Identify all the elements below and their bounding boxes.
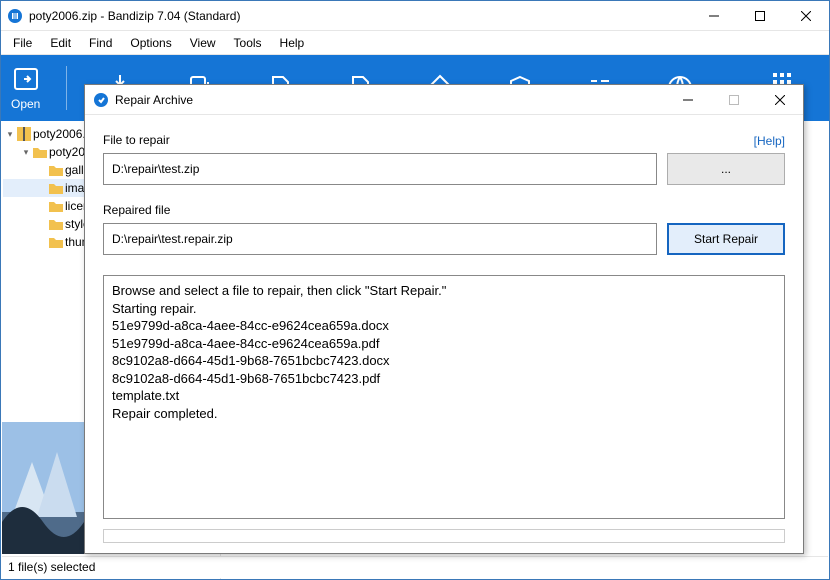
menu-edit[interactable]: Edit (42, 34, 79, 52)
preview-thumbnail[interactable] (2, 422, 84, 554)
close-button[interactable] (783, 1, 829, 31)
app-icon (93, 92, 109, 108)
dialog-maximize-button (711, 85, 757, 115)
folder-icon (49, 163, 63, 177)
help-link[interactable]: [Help] (754, 134, 785, 148)
menu-options[interactable]: Options (122, 34, 179, 52)
status-bar: 1 file(s) selected (2, 556, 828, 578)
menu-find[interactable]: Find (81, 34, 120, 52)
open-icon (12, 65, 40, 93)
progress-bar (103, 529, 785, 543)
window-title: poty2006.zip - Bandizip 7.04 (Standard) (29, 9, 691, 23)
dialog-titlebar: Repair Archive (85, 85, 803, 115)
file-to-repair-input[interactable] (103, 153, 657, 185)
toolbar-open-label: Open (11, 97, 40, 111)
titlebar: poty2006.zip - Bandizip 7.04 (Standard) (1, 1, 829, 31)
menu-view[interactable]: View (182, 34, 224, 52)
menubar: File Edit Find Options View Tools Help (1, 31, 829, 55)
app-icon (7, 8, 23, 24)
folder-icon (49, 199, 63, 213)
repaired-file-label: Repaired file (103, 203, 785, 217)
folder-icon (33, 145, 47, 159)
repair-archive-dialog: Repair Archive File to repair [Help] ...… (84, 84, 804, 554)
folder-icon (49, 217, 63, 231)
repaired-file-input[interactable] (103, 223, 657, 255)
dialog-title: Repair Archive (115, 93, 665, 107)
dialog-minimize-button[interactable] (665, 85, 711, 115)
menu-file[interactable]: File (5, 34, 40, 52)
folder-icon (49, 235, 63, 249)
start-repair-button[interactable]: Start Repair (667, 223, 785, 255)
dialog-close-button[interactable] (757, 85, 803, 115)
menu-tools[interactable]: Tools (226, 34, 270, 52)
file-to-repair-label: File to repair (103, 133, 170, 147)
minimize-button[interactable] (691, 1, 737, 31)
status-text: 1 file(s) selected (8, 560, 95, 574)
collapse-icon[interactable]: ▾ (21, 147, 31, 158)
dialog-body: File to repair [Help] ... Repaired file … (85, 115, 803, 553)
repair-log[interactable]: Browse and select a file to repair, then… (103, 275, 785, 519)
maximize-button[interactable] (737, 1, 783, 31)
folder-icon (49, 181, 63, 195)
toolbar-separator (66, 66, 67, 110)
toolbar-open-button[interactable]: Open (11, 65, 40, 111)
zip-icon (17, 127, 31, 141)
collapse-icon[interactable]: ▾ (5, 129, 15, 140)
menu-help[interactable]: Help (272, 34, 313, 52)
browse-button[interactable]: ... (667, 153, 785, 185)
